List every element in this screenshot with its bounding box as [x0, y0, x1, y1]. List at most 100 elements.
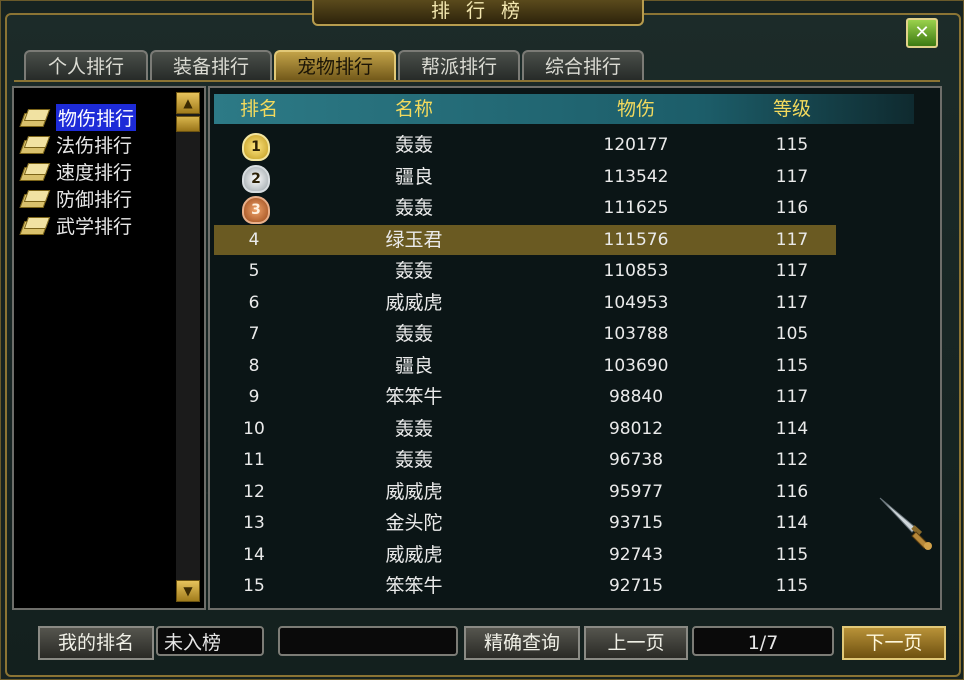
rank-cell: 9	[248, 387, 260, 407]
tab-personal-ranking[interactable]: 个人排行	[24, 50, 148, 82]
book-icon	[19, 188, 51, 208]
name-cell: 轰轰	[394, 134, 433, 156]
table-row[interactable]: 8 疆良 103690 115	[214, 351, 836, 381]
name-cell: 威威虎	[385, 291, 443, 314]
rank-number: 3	[251, 202, 261, 218]
level-cell: 116	[775, 481, 809, 502]
table-row[interactable]: 3 轰轰 111625 116	[214, 193, 836, 224]
rank-cell: 11	[243, 450, 265, 470]
table-row[interactable]: 6 威威虎 104953 117	[214, 288, 836, 318]
rank-cell: 5	[248, 261, 260, 281]
name-cell: 轰轰	[394, 197, 433, 219]
physical-damage-cell: 110853	[603, 261, 669, 281]
my-rank-button[interactable]: 我的排名	[38, 626, 154, 660]
category-martial-arts[interactable]: 武学排行	[19, 212, 132, 238]
table-row[interactable]: 9 笨笨牛 98840 117	[214, 382, 836, 412]
tab-label: 帮派排行	[420, 56, 497, 78]
table-row[interactable]: 14 威威虎 92743 115	[214, 540, 836, 570]
table-header: 排名 名称 物伤 等级	[214, 94, 914, 124]
name-cell: 威威虎	[385, 480, 443, 503]
category-label: 防御排行	[56, 188, 133, 211]
chevron-up-icon: ▲	[183, 96, 193, 110]
chevron-down-icon: ▼	[183, 584, 193, 598]
category-magic-damage[interactable]: 法伤排行	[19, 131, 132, 157]
physical-damage-cell: 103788	[603, 324, 669, 344]
footer-bar: 我的排名 未入榜 精确查询 上一页 1/7 下一页	[0, 618, 964, 680]
level-cell: 116	[775, 198, 809, 218]
level-cell: 115	[775, 135, 809, 155]
category-speed[interactable]: 速度排行	[19, 158, 133, 184]
prev-page-button[interactable]: 上一页	[584, 626, 688, 660]
table-row[interactable]: 13 金头陀 93715 114	[214, 508, 836, 538]
name-cell: 绿玉君	[385, 228, 443, 251]
category-scrollbar[interactable]: ▲ ▼	[176, 92, 200, 602]
rank-cell: 10	[243, 418, 265, 439]
next-page-button[interactable]: 下一页	[842, 626, 946, 660]
physical-damage-cell: 104953	[603, 292, 669, 313]
book-icon	[19, 161, 51, 181]
physical-damage-cell: 95977	[608, 481, 664, 502]
rank-cell: 15	[243, 576, 265, 596]
window-title: 排 行 榜	[430, 0, 526, 22]
table-row[interactable]: 7 轰轰 103788 105	[214, 319, 836, 349]
table-row[interactable]: 2 疆良 113542 117	[214, 162, 836, 193]
book-icon	[19, 107, 51, 127]
level-cell: 115	[775, 355, 809, 376]
table-row[interactable]: 15 笨笨牛 92715 115	[214, 571, 836, 601]
level-cell: 114	[775, 418, 809, 439]
rank-cell: 13	[243, 513, 265, 533]
category-physical-damage[interactable]: 物伤排行	[19, 103, 137, 131]
level-cell: 117	[775, 229, 809, 250]
page-indicator: 1/7	[692, 626, 834, 656]
tab-equipment-ranking[interactable]: 装备排行	[150, 50, 272, 82]
tab-label: 个人排行	[47, 56, 124, 78]
scroll-thumb[interactable]	[176, 116, 200, 132]
sword-cursor-icon	[879, 497, 932, 550]
window-title-plate: 排 行 榜	[312, 0, 644, 26]
name-cell: 轰轰	[394, 260, 433, 282]
table-row[interactable]: 5 轰轰 110853 117	[214, 256, 836, 286]
level-cell: 115	[775, 576, 809, 596]
table-row[interactable]: 1 轰轰 120177 115	[214, 130, 836, 161]
category-label: 速度排行	[56, 161, 133, 184]
my-rank-value: 未入榜	[156, 626, 264, 656]
tab-pet-ranking[interactable]: 宠物排行	[274, 50, 396, 82]
tab-overall-ranking[interactable]: 综合排行	[522, 50, 644, 82]
level-cell: 117	[775, 261, 809, 281]
tab-guild-ranking[interactable]: 帮派排行	[398, 50, 520, 82]
table-row[interactable]: 11 轰轰 96738 112	[214, 445, 836, 475]
header-rank: 排名	[239, 98, 278, 120]
physical-damage-cell: 111625	[603, 198, 669, 218]
name-cell: 疆良	[394, 165, 433, 188]
gold-medal-icon: 1	[242, 133, 270, 161]
rank-cell: 6	[248, 292, 260, 313]
search-input[interactable]	[278, 626, 458, 656]
physical-damage-cell: 120177	[603, 135, 669, 155]
ranking-table: 排名 名称 物伤 等级 1 轰轰 120177 115 2 疆良 113542 117 3 轰轰 1…	[208, 86, 942, 610]
tab-label: 宠物排行	[296, 56, 373, 78]
physical-damage-cell: 92715	[608, 576, 664, 596]
book-icon	[19, 134, 51, 154]
physical-damage-cell: 111576	[603, 229, 669, 250]
scroll-up-button[interactable]: ▲	[176, 92, 200, 114]
table-row[interactable]: 12 威威虎 95977 116	[214, 477, 836, 507]
rank-cell: 12	[243, 481, 265, 502]
rank-cell: 8	[248, 355, 260, 376]
physical-damage-cell: 93715	[608, 513, 664, 533]
physical-damage-cell: 96738	[608, 450, 664, 470]
category-defense[interactable]: 防御排行	[19, 185, 133, 211]
name-cell: 笨笨牛	[385, 386, 443, 408]
rank-number: 1	[251, 139, 261, 155]
name-cell: 金头陀	[385, 512, 443, 534]
table-row[interactable]: 4 绿玉君 111576 117	[214, 224, 836, 255]
silver-medal-icon: 2	[242, 164, 270, 193]
table-row[interactable]: 10 轰轰 98012 114	[214, 414, 836, 444]
close-icon: ✕	[914, 22, 930, 43]
header-physical-damage: 物伤	[616, 98, 655, 120]
close-button[interactable]: ✕	[906, 18, 938, 48]
physical-damage-cell: 103690	[603, 355, 669, 376]
exact-query-button[interactable]: 精确查询	[464, 626, 580, 660]
scroll-down-button[interactable]: ▼	[176, 580, 200, 602]
rank-number: 2	[251, 170, 261, 187]
level-cell: 117	[775, 166, 809, 187]
